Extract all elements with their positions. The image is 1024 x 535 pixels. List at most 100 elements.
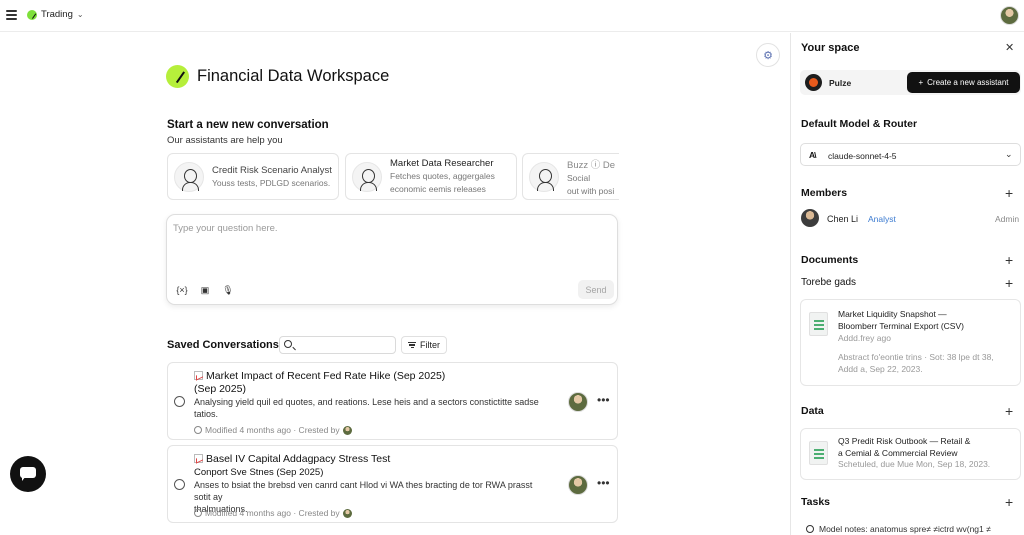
task-item[interactable]: Model notes: anatomus spre≠ ≠ictrd wv(ng…	[800, 519, 1021, 535]
variables-button[interactable]: {×}	[173, 281, 191, 299]
workspace-logo-icon	[27, 9, 37, 20]
workspace-name: Trading	[41, 9, 73, 20]
data-title: Q3 Predit Risk Outbook — Retail & a Cemi…	[838, 436, 971, 458]
chat-bubble-icon	[174, 396, 185, 407]
user-avatar[interactable]	[1000, 6, 1019, 25]
top-bar: Trading ⌄	[0, 0, 1024, 32]
braces-icon: {×}	[176, 285, 188, 295]
workspace-switcher[interactable]: Trading ⌄	[27, 9, 84, 20]
conversation-title: Basel IV Capital Addagpacy Stress Test C…	[194, 453, 391, 478]
task-text: Model notes: anatomus spre≠ ≠ictrd wv(ng…	[819, 524, 991, 534]
assistant-owner-name: Pulze	[829, 78, 852, 88]
member-permission: Admin	[995, 214, 1020, 224]
panel-title: Your space	[801, 42, 860, 54]
add-member-button[interactable]: +	[1005, 186, 1013, 200]
data-schedule: Schetuled, due Mue Mon, Sep 18, 2023.	[838, 459, 991, 469]
assistant-description: out with posi	[567, 185, 615, 196]
more-options-icon[interactable]: •••	[597, 476, 610, 490]
documents-subheading: Torebe gads	[801, 277, 857, 288]
saved-search-input[interactable]	[298, 339, 392, 349]
assistant-row: Pulze + Create a new assistant	[800, 70, 1021, 95]
document-card[interactable]: Market Liquidity Snapshot — Bloomberr Te…	[800, 299, 1021, 386]
data-heading: Data	[801, 405, 824, 417]
member-avatar	[801, 209, 819, 227]
conversation-meta: Modified 4 months ago · Crested by	[194, 508, 352, 518]
support-chat-button[interactable]	[10, 456, 46, 492]
sliders-icon: ⚙	[763, 49, 773, 62]
model-select[interactable]: A\ claude-sonnet-4-5 ⌄	[800, 143, 1021, 166]
start-conversation-heading: Start a new new conversation	[167, 119, 329, 131]
clock-icon	[194, 509, 202, 517]
creator-avatar	[342, 508, 352, 518]
image-icon: ▣	[200, 284, 210, 295]
add-data-button[interactable]: +	[1005, 404, 1013, 418]
assistant-card-credit-risk[interactable]: Credit Risk Scenario Analyst Youss tests…	[167, 153, 339, 200]
page-title: Financial Data Workspace	[197, 67, 390, 85]
add-document-button[interactable]: +	[1005, 253, 1013, 267]
assistant-avatar-icon	[529, 161, 559, 192]
assistant-avatar-icon	[174, 161, 204, 192]
more-options-icon[interactable]: •••	[597, 393, 610, 407]
document-added: Addd.frey ago	[838, 333, 891, 343]
conversation-title: Market Impact of Recent Fed Rate Hike (S…	[194, 370, 446, 395]
search-icon	[284, 340, 292, 348]
members-heading: Members	[801, 187, 848, 199]
saved-search-box[interactable]	[279, 336, 396, 354]
workspace-header: Financial Data Workspace	[166, 65, 389, 88]
assistant-card-market-data[interactable]: Market Data Researcher Fetches quotes, a…	[345, 153, 517, 200]
start-conversation-subtitle: Our assistants are help you	[167, 135, 283, 146]
data-card[interactable]: Q3 Predit Risk Outbook — Retail & a Cemi…	[800, 428, 1021, 480]
document-title: Market Liquidity Snapshot — Bloomberr Te…	[838, 309, 964, 331]
search-icon	[806, 525, 814, 533]
close-icon[interactable]: ✕	[1005, 41, 1014, 54]
add-document-group-button[interactable]: +	[1005, 276, 1013, 290]
conversation-description: Analysing yield quil ed quotes, and reat…	[194, 397, 539, 419]
spreadsheet-icon	[809, 441, 828, 465]
conversation-meta: Modified 4 months ago · Crested by	[194, 425, 352, 435]
model-name: claude-sonnet-4-5	[828, 151, 897, 161]
creator-avatar	[342, 425, 352, 435]
assistant-name: Market Data Researcher	[390, 158, 494, 169]
voice-button[interactable]: 🎙	[219, 281, 237, 299]
clock-icon	[194, 426, 202, 434]
filter-button[interactable]: Filter	[401, 336, 447, 354]
send-button[interactable]: Send	[578, 280, 614, 299]
member-role: Analyst	[868, 214, 896, 224]
assistant-card-buzz[interactable]: Buzz ⓘ De Social out with posi	[522, 153, 619, 200]
assistant-name: Credit Risk Scenario Analyst	[212, 164, 332, 176]
chevron-down-icon: ⌄	[76, 10, 84, 19]
chat-bubble-icon	[174, 479, 185, 490]
attach-image-button[interactable]: ▣	[196, 281, 214, 299]
assistant-description: Fetches quotes, aggergales	[390, 171, 495, 181]
microphone-icon: 🎙	[222, 284, 234, 295]
chart-icon	[194, 454, 203, 463]
filter-icon	[408, 340, 416, 349]
filter-label: Filter	[420, 340, 440, 350]
participant-avatar	[568, 475, 588, 495]
participant-avatar	[568, 392, 588, 412]
assistant-description: Youss tests, PDLGD scenarios.	[212, 177, 331, 188]
assistant-name: Buzz ⓘ De	[567, 159, 616, 171]
chevron-down-icon: ⌄	[1005, 149, 1013, 159]
documents-heading: Documents	[801, 254, 859, 266]
document-abstract: Abstract fo'eontie trins · Sot: 38 lpe d…	[838, 352, 994, 374]
plus-icon: +	[918, 78, 924, 87]
create-assistant-button[interactable]: + Create a new assistant	[907, 72, 1020, 93]
chart-icon	[194, 371, 203, 380]
assistant-carousel: Credit Risk Scenario Analyst Youss tests…	[167, 153, 619, 201]
menu-icon[interactable]	[6, 10, 17, 20]
pulze-logo-icon	[805, 74, 822, 91]
add-task-button[interactable]: +	[1005, 495, 1013, 509]
settings-sliders-button[interactable]: ⚙	[756, 43, 780, 67]
spreadsheet-icon	[809, 312, 828, 336]
anthropic-logo-icon: A\	[809, 150, 816, 160]
main-area: ⚙ Financial Data Workspace Start a new n…	[0, 33, 790, 535]
conversation-card[interactable]: Market Impact of Recent Fed Rate Hike (S…	[167, 362, 618, 440]
tasks-heading: Tasks	[801, 496, 830, 508]
assistant-description: economic eemis releases	[390, 184, 486, 194]
default-model-heading: Default Model & Router	[801, 118, 918, 130]
conversation-card[interactable]: Basel IV Capital Addagpacy Stress Test C…	[167, 445, 618, 523]
question-input[interactable]	[173, 223, 593, 234]
workspace-logo-icon	[166, 65, 189, 88]
assistant-description: Social	[567, 172, 591, 183]
